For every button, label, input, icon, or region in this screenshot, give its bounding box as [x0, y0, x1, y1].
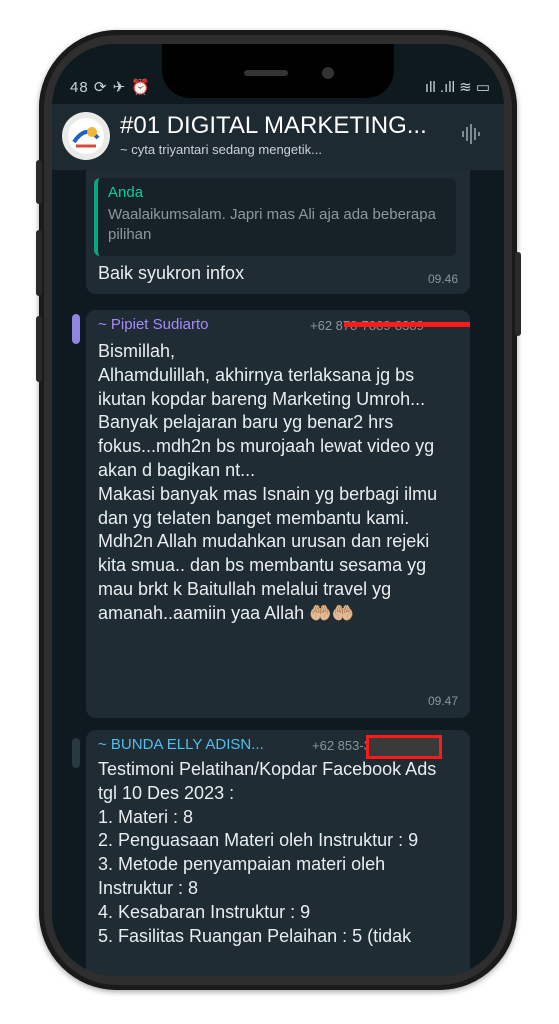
sender-name[interactable]: ~ BUNDA ELLY ADISN... — [98, 736, 264, 753]
volume-down-button — [36, 316, 42, 382]
chat-title[interactable]: #01 DIGITAL MARKETING... — [120, 112, 427, 140]
sender-avatar-edge — [72, 738, 80, 768]
group-avatar[interactable] — [62, 112, 110, 160]
phone-redaction-mark — [344, 322, 470, 327]
reply-quote[interactable]: Anda Waalaikumsalam. Japri mas Ali aja a… — [94, 178, 456, 256]
phone-redaction-box — [366, 735, 442, 759]
message-time: 09.46 — [427, 272, 458, 286]
message-text: Testimoni Pelatihan/Kopdar Facebook Ads … — [98, 759, 437, 946]
notch — [162, 44, 394, 98]
message-bubble-3[interactable]: ~ BUNDA ELLY ADISN... +62 853-3020-190 T… — [86, 730, 470, 976]
reply-quote-author: Anda — [108, 184, 144, 201]
status-right-icons: ıll .ıll ≋ ▭ — [424, 79, 490, 96]
chat-header[interactable]: #01 DIGITAL MARKETING... ~ cyta triyanta… — [52, 104, 504, 170]
speaker-grille — [244, 70, 288, 76]
message-text: Baik syukron infox — [98, 263, 245, 283]
volume-button — [36, 160, 42, 204]
volume-up-button — [36, 230, 42, 296]
sender-name[interactable]: ~ Pipiet Sudiarto — [98, 316, 209, 333]
status-left-icons: 48 ⟳ ✈ ⏰ — [70, 79, 152, 96]
message-time: 09.47 — [427, 694, 458, 708]
message-text: Bismillah, Alhamdulillah, akhirnya terla… — [98, 341, 438, 623]
message-bubble-1[interactable]: Anda Waalaikumsalam. Japri mas Ali aja a… — [86, 170, 470, 294]
group-avatar-image — [68, 118, 104, 154]
sound-wave-icon[interactable] — [462, 124, 480, 149]
message-bubble-2[interactable]: ~ Pipiet Sudiarto +62 878-7889-8389 Bism… — [86, 310, 470, 718]
reply-quote-text: Waalaikumsalam. Japri mas Ali aja ada be… — [108, 206, 436, 243]
typing-status: ~ cyta triyantari sedang mengetik... — [120, 142, 322, 157]
sender-avatar-edge — [72, 314, 80, 344]
front-camera — [322, 67, 334, 79]
phone-screen: 48 ⟳ ✈ ⏰ ıll .ıll ≋ ▭ #01 DIGITAL MARKET… — [52, 44, 504, 976]
power-button — [515, 252, 521, 336]
